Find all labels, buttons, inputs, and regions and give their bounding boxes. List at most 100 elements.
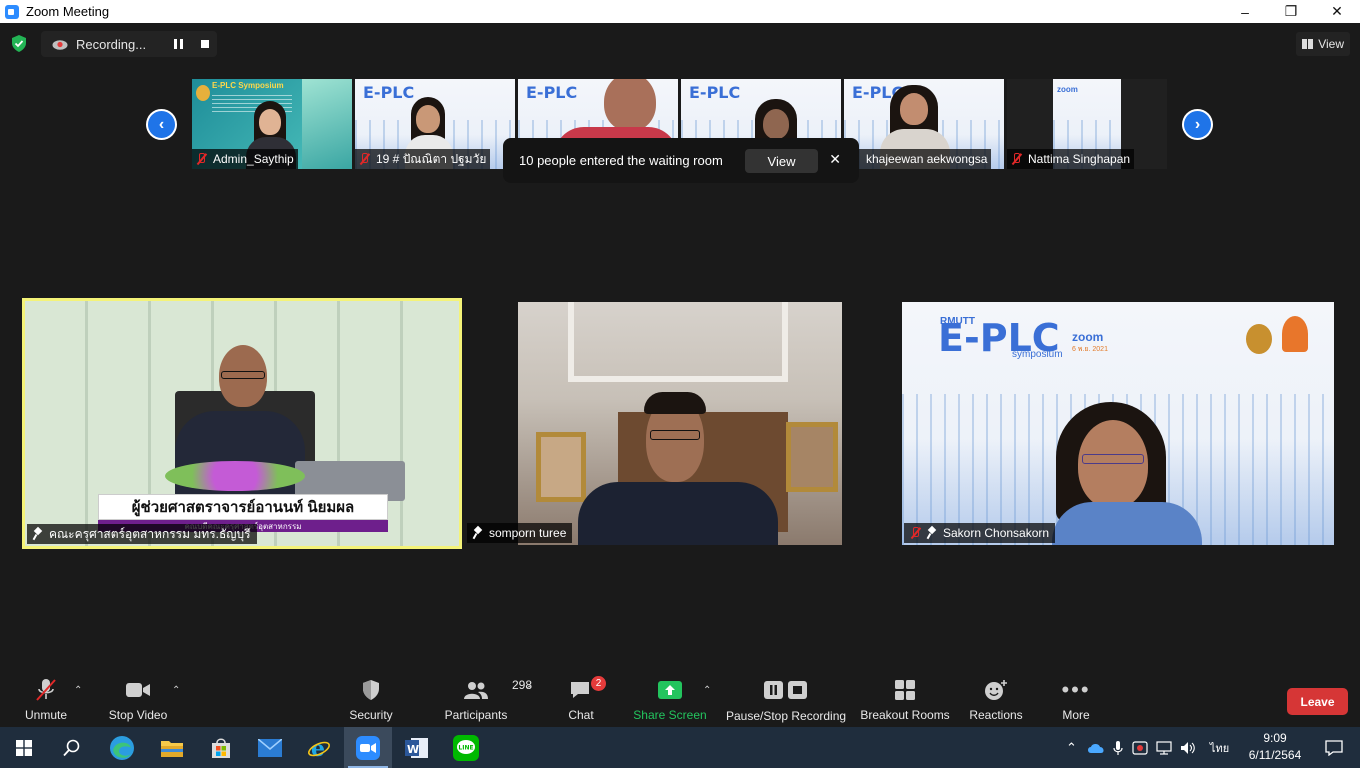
view-button[interactable]: View	[1296, 32, 1350, 56]
smiley-plus-icon	[984, 673, 1008, 707]
participant-face	[259, 109, 281, 135]
participants-options-caret[interactable]: ⌃	[525, 685, 533, 696]
chat-button[interactable]: 2 Chat	[562, 673, 606, 727]
participant-face	[604, 79, 656, 131]
windows-logo-icon	[16, 739, 32, 756]
internet-explorer-icon: e	[308, 736, 330, 760]
close-window-button[interactable]: ✕	[1314, 0, 1360, 23]
pause-stop-recording-button[interactable]: Pause/Stop Recording	[726, 673, 846, 727]
participant-thumbnail[interactable]: zoom Nattima Singhapan	[1007, 79, 1167, 169]
security-shield-icon	[361, 673, 381, 707]
taskbar-clock[interactable]: 9:09 6/11/2564	[1238, 730, 1312, 764]
zoom-logo: zoom	[1057, 85, 1078, 94]
folder-icon	[161, 740, 183, 757]
participants-icon: 298	[463, 673, 532, 707]
start-button[interactable]	[0, 727, 48, 768]
stop-recording-icon[interactable]	[201, 40, 209, 48]
svg-text:e: e	[311, 736, 325, 760]
meeting-controls: Unmute ⌃ Stop Video ⌃ Security 298 Parti…	[0, 673, 1360, 727]
waiting-room-notification: 10 people entered the waiting room View …	[503, 138, 859, 183]
muted-mic-icon	[196, 153, 207, 165]
encryption-shield-icon[interactable]	[11, 35, 27, 52]
breakout-rooms-button[interactable]: Breakout Rooms	[860, 673, 950, 727]
taskbar-mail[interactable]	[246, 727, 294, 768]
taskbar-file-explorer[interactable]	[148, 727, 196, 768]
microphone-in-use-icon[interactable]	[1113, 740, 1123, 756]
store-bag-icon	[212, 737, 230, 758]
clock-date: 6/11/2564	[1248, 748, 1302, 762]
share-screen-button[interactable]: Share Screen	[632, 673, 708, 727]
video-tile[interactable]: RMUTT E-PLC symposium zoom 6 พ.ย. 2021 S…	[902, 302, 1334, 545]
taskbar-internet-explorer[interactable]: e	[295, 727, 343, 768]
video-tile-active-speaker[interactable]: ผู้ช่วยศาสตราจารย์อานนท์ นิยมผล คณบดีคณะ…	[22, 298, 462, 549]
search-button[interactable]	[48, 727, 96, 768]
taskbar-word[interactable]: W	[393, 727, 441, 768]
strip-prev-button[interactable]: ‹	[146, 109, 177, 140]
participant-face	[900, 93, 928, 125]
flower-arrangement	[165, 461, 305, 491]
input-language[interactable]: ไทย	[1210, 739, 1229, 757]
view-label: View	[1318, 37, 1344, 51]
taskbar-line[interactable]: LINE	[442, 727, 490, 768]
window-controls: – ❐ ✕	[1222, 0, 1360, 23]
view-waiting-room-button[interactable]: View	[745, 149, 818, 173]
participant-thumbnail[interactable]: E-PLC Symposium Admin_Saythip	[192, 79, 352, 169]
participant-name: Admin_Saythip	[192, 149, 298, 169]
video-feed	[518, 302, 842, 545]
windows-taskbar: e W LINE ⌃ ไทย 9:09 6/11/2564	[0, 727, 1360, 768]
banner-logo: E-PLC	[363, 83, 415, 102]
participants-button[interactable]: 298 Participants	[444, 673, 532, 727]
network-icon[interactable]	[1156, 740, 1172, 755]
system-tray: ⌃ ไทย	[1066, 727, 1229, 768]
pin-icon	[473, 527, 483, 539]
maximize-button[interactable]: ❐	[1268, 0, 1314, 23]
unmute-button[interactable]: Unmute	[20, 673, 72, 727]
more-button[interactable]: ••• More	[1056, 673, 1096, 727]
show-hidden-icons-chevron[interactable]: ⌃	[1066, 740, 1077, 756]
video-options-caret[interactable]: ⌃	[172, 685, 180, 696]
dismiss-notification-icon[interactable]: ✕	[829, 151, 841, 168]
reactions-button[interactable]: Reactions	[968, 673, 1024, 727]
edge-icon	[110, 735, 134, 760]
participant-glasses	[1082, 454, 1144, 464]
grid-view-icon	[1302, 39, 1314, 49]
participant-face	[763, 109, 789, 139]
participant-glasses	[650, 430, 700, 440]
leave-button[interactable]: Leave	[1287, 688, 1348, 715]
screen-capture-icon[interactable]	[1132, 740, 1148, 755]
banner-date: 6 พ.ย. 2021	[1072, 346, 1108, 353]
faculty-logo	[1282, 316, 1308, 352]
video-camera-icon	[125, 673, 151, 707]
banner-subtitle: symposium	[1012, 349, 1063, 360]
taskbar-edge[interactable]	[98, 727, 146, 768]
more-dots-icon: •••	[1061, 677, 1091, 702]
notification-center-button[interactable]	[1310, 727, 1358, 768]
pin-icon	[927, 527, 937, 539]
video-tile[interactable]: somporn turee	[465, 302, 899, 545]
taskbar-store[interactable]	[197, 727, 245, 768]
mail-envelope-icon	[258, 738, 282, 757]
chevron-left-icon: ‹	[148, 111, 175, 138]
window-title: Zoom Meeting	[26, 4, 110, 19]
share-options-caret[interactable]: ⌃	[703, 685, 711, 696]
strip-next-button[interactable]: ›	[1182, 109, 1213, 140]
decorative-panel	[302, 79, 352, 169]
muted-microphone-icon	[35, 673, 57, 707]
audio-options-caret[interactable]: ⌃	[74, 685, 82, 696]
cloud-record-icon	[52, 40, 68, 50]
security-button[interactable]: Security	[346, 673, 396, 727]
participant-name: khajeewan aekwongsa	[844, 149, 992, 169]
volume-icon[interactable]	[1180, 741, 1196, 755]
participant-thumbnail[interactable]: E-PLC 19 # ปัณณิตา ปฐมวัย	[355, 79, 515, 169]
university-seal	[196, 85, 210, 101]
minimize-button[interactable]: –	[1222, 0, 1268, 23]
recording-controls-icon	[763, 673, 809, 707]
participant-thumbnail[interactable]: E-PLC khajeewan aekwongsa	[844, 79, 1004, 169]
participant-face	[416, 105, 440, 133]
onedrive-icon[interactable]	[1087, 742, 1105, 754]
participant-name: Sakorn Chonsakorn	[904, 523, 1056, 543]
stop-video-button[interactable]: Stop Video	[106, 673, 170, 727]
pause-recording-icon[interactable]	[174, 39, 183, 49]
taskbar-zoom[interactable]	[344, 727, 392, 768]
recording-indicator[interactable]: Recording...	[41, 31, 217, 57]
